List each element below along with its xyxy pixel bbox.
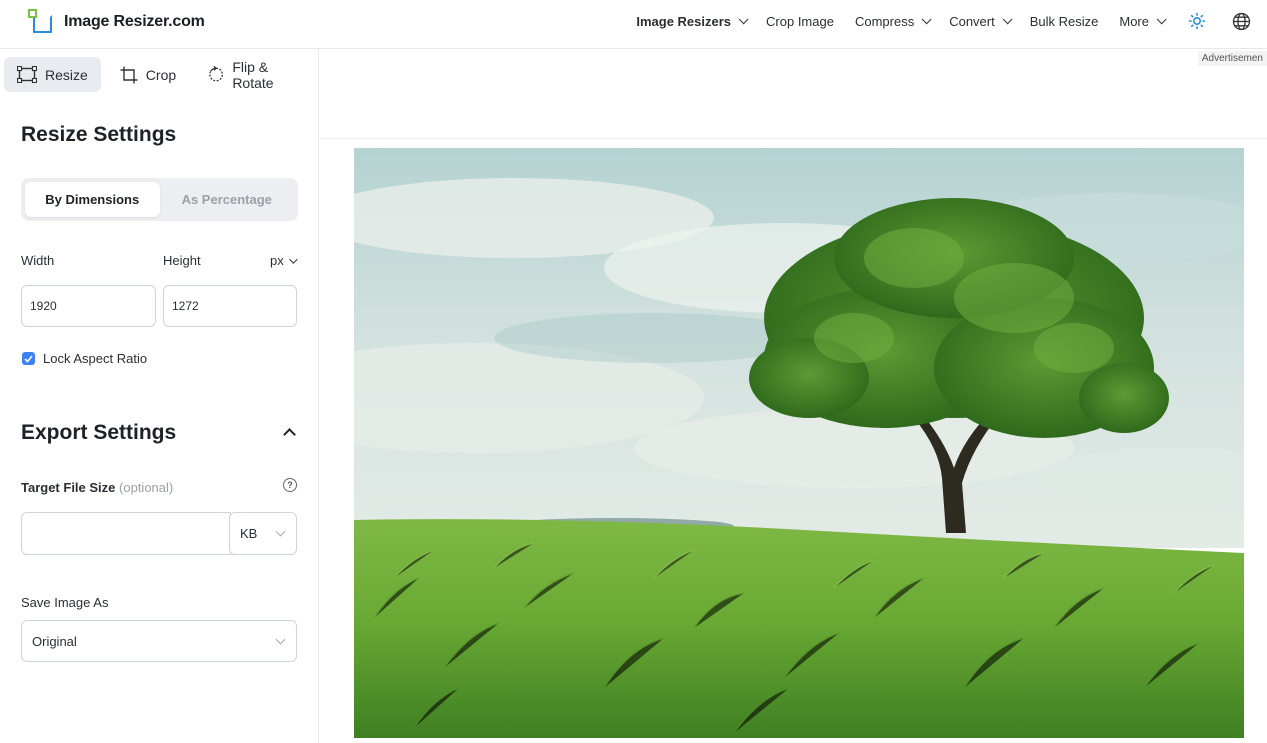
height-input-value: 1272 bbox=[172, 299, 199, 313]
chevron-down-icon bbox=[1002, 13, 1013, 24]
height-label: Height bbox=[163, 253, 201, 268]
globe-icon[interactable] bbox=[1231, 11, 1251, 31]
unit-select[interactable]: px bbox=[270, 253, 298, 268]
rotate-icon bbox=[209, 65, 224, 82]
height-input[interactable]: 1272 bbox=[163, 285, 297, 327]
lock-aspect-ratio-checkbox[interactable]: Lock Aspect Ratio bbox=[22, 351, 147, 366]
help-icon[interactable]: ? bbox=[283, 478, 297, 492]
logo-icon bbox=[28, 9, 54, 35]
width-input-value: 1920 bbox=[30, 299, 57, 313]
as-percentage-tab[interactable]: As Percentage bbox=[160, 182, 295, 217]
resize-icon bbox=[17, 66, 37, 83]
advertisement-area bbox=[320, 49, 1267, 139]
by-dimensions-tab[interactable]: By Dimensions bbox=[25, 182, 160, 217]
nav-more-label: More bbox=[1119, 13, 1149, 29]
tab-crop-label: Crop bbox=[145, 66, 177, 83]
lock-aspect-ratio-label: Lock Aspect Ratio bbox=[43, 351, 148, 366]
nav-more[interactable]: More bbox=[1119, 13, 1167, 29]
logo-text: Image Resizer.com bbox=[64, 13, 205, 30]
optional-hint: (optional) bbox=[119, 480, 174, 495]
nav-image-resizers[interactable]: Image Resizers bbox=[636, 13, 749, 29]
target-file-size-label-text: Target File Size bbox=[21, 480, 116, 495]
nav-compress-label: Compress bbox=[854, 13, 915, 29]
width-input[interactable]: 1920 bbox=[21, 285, 156, 327]
width-label: Width bbox=[21, 253, 55, 268]
nav-image-resizers-label: Image Resizers bbox=[636, 13, 732, 29]
tab-resize-label: Resize bbox=[45, 66, 88, 83]
chevron-down-icon bbox=[738, 13, 749, 24]
tab-crop[interactable]: Crop bbox=[107, 57, 189, 92]
main-nav: Image Resizers Crop Image Compress Conve… bbox=[615, 0, 1251, 42]
tab-flip-rotate[interactable]: Flip & Rotate bbox=[195, 57, 318, 92]
tab-resize[interactable]: Resize bbox=[4, 57, 101, 92]
nav-bulk-resize-label: Bulk Resize bbox=[1029, 13, 1099, 29]
resize-settings-title: Resize Settings bbox=[21, 123, 177, 146]
resize-mode-toggle: By Dimensions As Percentage bbox=[21, 178, 298, 221]
chevron-down-icon bbox=[275, 526, 286, 537]
nav-crop-image-label: Crop Image bbox=[766, 13, 834, 29]
image-preview[interactable] bbox=[354, 148, 1244, 738]
tool-tabs: Resize Crop Flip & Rotate bbox=[4, 57, 318, 92]
target-file-size-input[interactable] bbox=[21, 512, 231, 555]
collapse-chevron-up-icon[interactable] bbox=[283, 428, 296, 441]
save-image-as-value: Original bbox=[32, 633, 77, 649]
chevron-down-icon bbox=[1156, 13, 1167, 24]
top-navigation-bar: Image Resizer.com Image Resizers Crop Im… bbox=[0, 0, 1267, 49]
preview-image-tree-meadow bbox=[354, 148, 1244, 738]
chevron-down-icon bbox=[275, 634, 286, 645]
site-logo[interactable]: Image Resizer.com bbox=[28, 9, 205, 35]
nav-convert[interactable]: Convert bbox=[949, 13, 1013, 29]
nav-bulk-resize[interactable]: Bulk Resize bbox=[1030, 14, 1099, 29]
crop-icon bbox=[120, 66, 138, 83]
save-image-as-select[interactable]: Original bbox=[21, 620, 297, 662]
nav-crop-image[interactable]: Crop Image bbox=[766, 14, 834, 29]
chevron-down-icon bbox=[921, 13, 932, 24]
export-settings-title: Export Settings bbox=[21, 421, 177, 444]
sun-icon[interactable] bbox=[1187, 11, 1207, 31]
unit-select-value: px bbox=[270, 253, 284, 268]
target-file-size-label: Target File Size (optional) bbox=[21, 480, 173, 495]
save-image-as-label: Save Image As bbox=[21, 595, 109, 610]
file-size-unit-value: KB bbox=[240, 526, 258, 541]
nav-convert-label: Convert bbox=[949, 13, 995, 29]
checkbox-checked-icon bbox=[22, 352, 35, 365]
file-size-unit-select[interactable]: KB bbox=[229, 512, 297, 555]
nav-compress[interactable]: Compress bbox=[854, 13, 932, 29]
tab-flip-rotate-label: Flip & Rotate bbox=[232, 58, 274, 91]
chevron-down-icon bbox=[288, 254, 298, 264]
settings-sidebar: Resize Crop Flip & Rotate Resize Setting… bbox=[0, 49, 319, 743]
